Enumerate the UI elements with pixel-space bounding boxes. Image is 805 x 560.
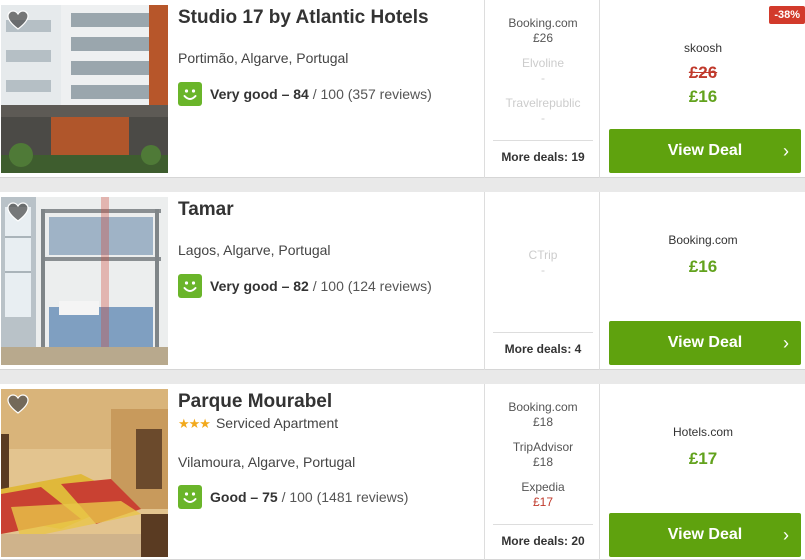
rating-reviews: / 100 (357 reviews) <box>308 86 432 102</box>
deal-price: £18 <box>532 455 554 469</box>
other-deals: Booking.com £26 Elvoline - Travelrepubli… <box>484 0 600 178</box>
hotel-name[interactable]: Tamar <box>178 199 234 221</box>
deal-item[interactable]: CTrip - <box>485 248 601 278</box>
hotel-location: Portimão, Algarve, Portugal <box>178 50 349 66</box>
deal-item[interactable]: Elvoline - <box>485 56 601 86</box>
best-price: £16 <box>688 257 718 276</box>
deal-price: - <box>541 71 545 85</box>
star-rating-icon: ★★★ <box>178 416 211 431</box>
rating: Very good – 82 / 100 (124 reviews) <box>178 274 432 298</box>
view-deal-button[interactable]: View Deal › <box>609 513 801 557</box>
best-deal: Booking.com £16 View Deal › <box>601 192 805 370</box>
best-price: £16 <box>688 87 718 106</box>
more-deals-link[interactable]: More deals: 4 <box>493 332 593 364</box>
deal-price: - <box>541 263 545 277</box>
smiley-icon <box>178 485 202 509</box>
hotel-card: Tamar Lagos, Algarve, Portugal Very good… <box>0 192 805 370</box>
deal-price: £17 <box>532 495 554 509</box>
deal-site: Booking.com <box>508 400 578 414</box>
category-label: Serviced Apartment <box>215 415 339 431</box>
rating-score: Good – 75 <box>210 489 278 505</box>
chevron-right-icon: › <box>783 333 789 353</box>
deal-item[interactable]: Booking.com £18 <box>485 400 601 430</box>
deal-price: - <box>541 111 545 125</box>
hotel-photo[interactable] <box>1 197 168 365</box>
deal-item[interactable]: TripAdvisor £18 <box>485 440 601 470</box>
smiley-icon <box>178 82 202 106</box>
deal-site: Travelrepublic <box>505 96 581 110</box>
heart-icon[interactable] <box>6 393 30 415</box>
view-deal-label: View Deal <box>667 334 743 351</box>
best-deal-site: Hotels.com <box>672 425 734 439</box>
hotel-info: Tamar Lagos, Algarve, Portugal Very good… <box>178 192 478 370</box>
hotel-category: ★★★ Serviced Apartment <box>178 415 338 432</box>
view-deal-label: View Deal <box>667 142 743 159</box>
rating: Good – 75 / 100 (1481 reviews) <box>178 485 408 509</box>
hotel-location: Lagos, Algarve, Portugal <box>178 242 331 258</box>
hotel-name[interactable]: Studio 17 by Atlantic Hotels <box>178 7 429 29</box>
rating-reviews: / 100 (1481 reviews) <box>277 489 409 505</box>
deal-item[interactable]: Booking.com £26 <box>485 16 601 46</box>
hotel-card: Studio 17 by Atlantic Hotels Portimão, A… <box>0 0 805 178</box>
deal-price: £18 <box>532 415 554 429</box>
best-deal-site: skoosh <box>683 41 723 55</box>
other-deals: Booking.com £18 TripAdvisor £18 Expedia … <box>484 384 600 560</box>
deal-item[interactable]: Expedia £17 <box>485 480 601 510</box>
discount-badge: -38% <box>769 6 805 24</box>
view-deal-button[interactable]: View Deal › <box>609 129 801 173</box>
deal-site: CTrip <box>528 248 558 262</box>
hotel-info: Parque Mourabel ★★★ Serviced Apartment Vi… <box>178 384 478 560</box>
chevron-right-icon: › <box>783 525 789 545</box>
hotel-results-list: Studio 17 by Atlantic Hotels Portimão, A… <box>0 0 805 560</box>
chevron-right-icon: › <box>783 141 789 161</box>
best-deal-site: Booking.com <box>668 233 738 247</box>
hotel-info: Studio 17 by Atlantic Hotels Portimão, A… <box>178 0 478 178</box>
more-deals-link[interactable]: More deals: 20 <box>493 524 593 556</box>
rating: Very good – 84 / 100 (357 reviews) <box>178 82 432 106</box>
hotel-photo[interactable] <box>1 389 168 557</box>
hotel-name[interactable]: Parque Mourabel <box>178 391 332 413</box>
other-deals: CTrip - More deals: 4 <box>484 192 600 370</box>
deal-price: £26 <box>532 31 554 45</box>
old-price: £26 <box>688 63 718 82</box>
heart-icon[interactable] <box>6 9 30 31</box>
deal-site: Booking.com <box>508 16 578 30</box>
deal-site: TripAdvisor <box>512 440 574 454</box>
best-deal: Hotels.com £17 View Deal › <box>601 384 805 560</box>
best-price: £17 <box>688 449 718 468</box>
hotel-photo[interactable] <box>1 5 168 173</box>
smiley-icon <box>178 274 202 298</box>
deal-site: Expedia <box>521 480 565 494</box>
view-deal-button[interactable]: View Deal › <box>609 321 801 365</box>
rating-score: Very good – 84 <box>210 86 309 102</box>
more-deals-link[interactable]: More deals: 19 <box>493 140 593 172</box>
hotel-card: Parque Mourabel ★★★ Serviced Apartment Vi… <box>0 384 805 560</box>
rating-reviews: / 100 (124 reviews) <box>308 278 432 294</box>
best-deal: -38% skoosh £26 £16 View Deal › <box>601 0 805 178</box>
deal-site: Elvoline <box>521 56 565 70</box>
deal-item[interactable]: Travelrepublic - <box>485 96 601 126</box>
view-deal-label: View Deal <box>667 526 743 543</box>
heart-icon[interactable] <box>6 201 30 223</box>
rating-score: Very good – 82 <box>210 278 309 294</box>
hotel-location: Vilamoura, Algarve, Portugal <box>178 454 356 470</box>
